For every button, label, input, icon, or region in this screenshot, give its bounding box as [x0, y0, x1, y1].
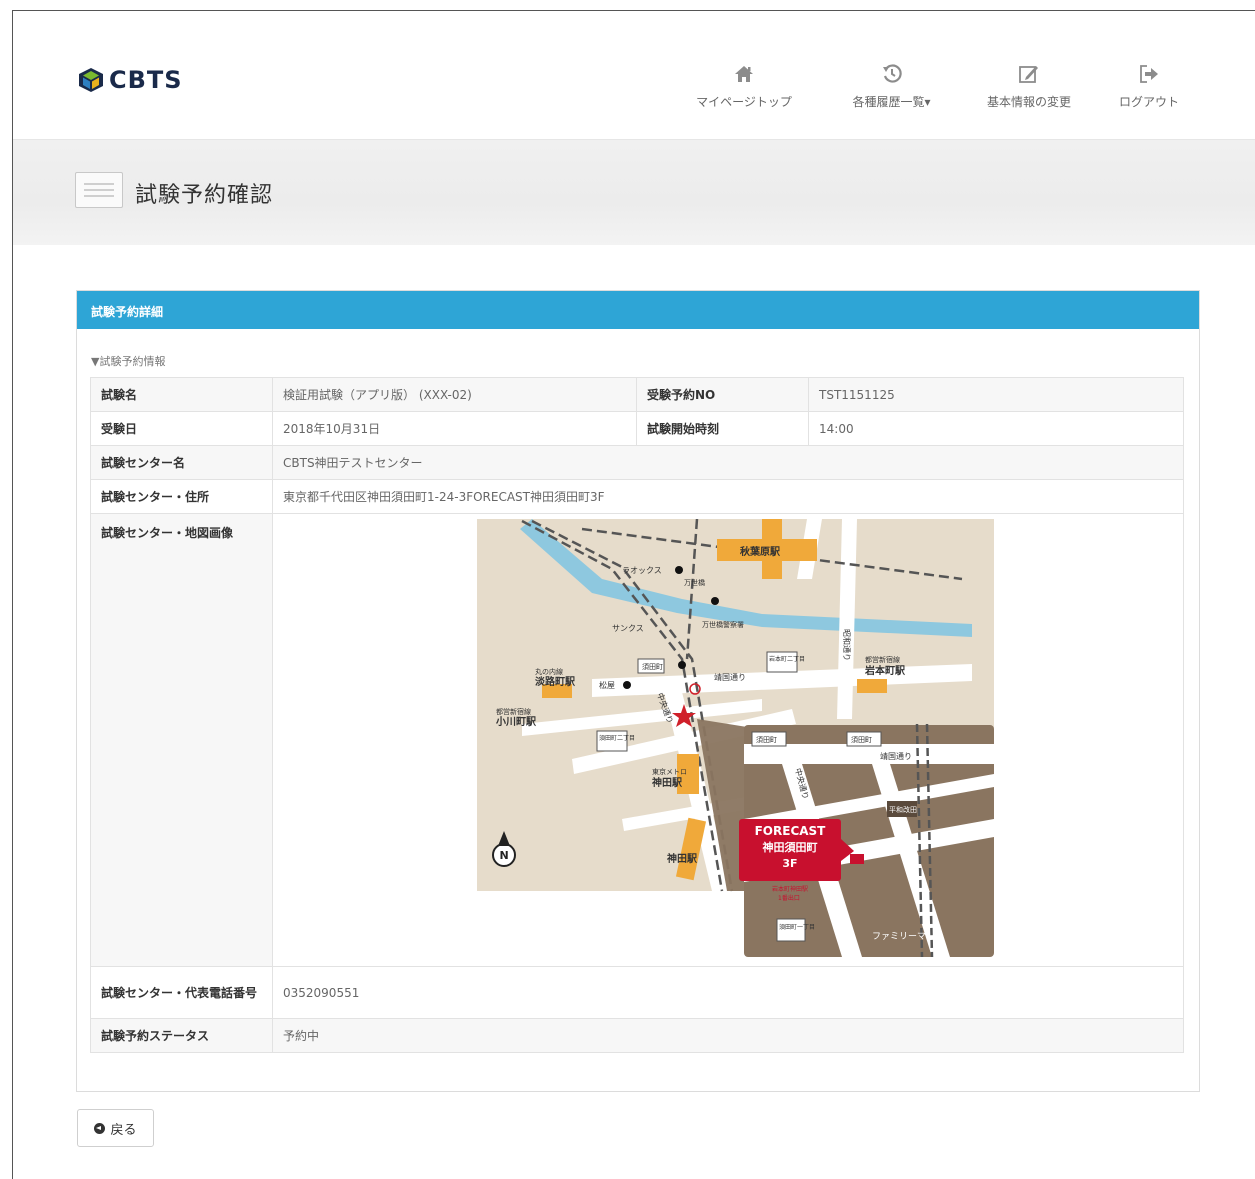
page-frame: CBTS マイページトップ 各種履歴一覧▾ 基本情報の変更 ログアウト 試験予約… — [12, 10, 1255, 1179]
map-inset-familymart: ファミリーマート — [872, 932, 944, 942]
map-inset-signal-3: 須田町一丁目 — [779, 923, 815, 931]
map-graphic: 秋葉原駅 丸の内線 淡路町駅 都営新宿線 小川町駅 都営新宿線 岩本町駅 東京メ… — [477, 518, 994, 958]
map-station-awajicho: 淡路町駅 — [535, 675, 576, 688]
map-inset-street-yasukuni: 靖国通り — [880, 751, 912, 761]
table-row: 試験センター名 CBTS神田テストセンター — [90, 445, 1184, 480]
map-station-akihabara: 秋葉原駅 — [740, 545, 781, 558]
center-map: 秋葉原駅 丸の内線 淡路町駅 都営新宿線 小川町駅 都営新宿線 岩本町駅 東京メ… — [462, 518, 994, 959]
status-label: 試験予約ステータス — [90, 1018, 273, 1053]
exam-name-value: 検証用試験（アプリ版） (XXX-02) — [272, 377, 637, 412]
nav-history-list[interactable]: 各種履歴一覧▾ — [839, 61, 944, 110]
map-line-shinjuku-2: 都営新宿線 — [865, 655, 900, 664]
logo[interactable]: CBTS — [77, 67, 183, 93]
map-signal-sudacho-1: 須田町 — [642, 662, 663, 671]
center-name-value: CBTS神田テストセンター — [272, 445, 1184, 480]
page-title: 試験予約確認 — [135, 183, 274, 208]
panel-heading: 試験予約詳細 — [77, 291, 1199, 329]
map-exit-number: 1番出口 — [778, 894, 800, 902]
map-inset-signal-1: 須田町 — [756, 735, 777, 744]
map-line-shinjuku: 都営新宿線 — [496, 707, 531, 716]
back-arrow-icon — [94, 1122, 106, 1134]
center-map-cell: 秋葉原駅 丸の内線 淡路町駅 都営新宿線 小川町駅 都営新宿線 岩本町駅 東京メ… — [272, 513, 1184, 967]
map-street-yasukuni: 靖国通り — [714, 672, 746, 682]
svg-text:N: N — [500, 849, 509, 862]
map-station-iwamotocho: 岩本町駅 — [864, 664, 906, 677]
exam-date-value: 2018年10月31日 — [272, 411, 637, 446]
start-time-label: 試験開始時刻 — [636, 411, 809, 446]
map-building-name: FORECAST — [755, 824, 827, 838]
map-inset-signal-heiwa: 平和改田 — [889, 805, 917, 814]
table-row: 試験予約ステータス 予約中 — [90, 1018, 1184, 1053]
home-icon — [733, 61, 755, 87]
logo-mark-icon — [79, 68, 103, 92]
back-button[interactable]: 戻る — [77, 1109, 154, 1147]
back-button-label: 戻る — [110, 1122, 137, 1138]
table-row: 試験名 検証用試験（アプリ版） (XXX-02) 受験予約NO TST11511… — [90, 377, 1184, 412]
start-time-value: 14:00 — [808, 411, 1184, 446]
map-signal-iwamoto: 岩本町二丁目 — [769, 655, 805, 663]
section-toggle[interactable]: ▼試験予約情報 — [91, 353, 165, 369]
nav-basic-info-change[interactable]: 基本情報の変更 — [964, 61, 1094, 110]
table-row: 受験日 2018年10月31日 試験開始時刻 14:00 — [90, 411, 1184, 446]
map-station-kanda-2: 神田駅 — [667, 852, 698, 865]
status-value: 予約中 — [272, 1018, 1184, 1053]
table-row: 試験センター・代表電話番号 0352090551 — [90, 966, 1184, 1019]
list-icon — [75, 172, 123, 208]
nav-logout-label: ログアウト — [1118, 95, 1179, 109]
map-signal-sudacho-2: 須田町二丁目 — [599, 734, 635, 742]
exam-date-label: 受験日 — [90, 411, 273, 446]
table-row: 試験センター・地図画像 秋葉原駅 丸の内線 淡路町駅 都営新宿線 小川町駅 都営… — [90, 513, 1184, 967]
map-street-showa: 昭和通り — [842, 629, 852, 661]
top-nav: マイページトップ 各種履歴一覧▾ 基本情報の変更 ログアウト — [669, 61, 1194, 110]
map-exit-station: 岩本町神田駅 — [772, 885, 808, 893]
map-landmark-laox: ラオックス — [622, 566, 662, 575]
map-line-marunouchi: 丸の内線 — [535, 667, 563, 676]
nav-basic-info-change-label: 基本情報の変更 — [986, 95, 1071, 109]
map-building-area: 神田須田町 — [763, 840, 818, 854]
map-landmark-matsuya: 松屋 — [599, 680, 615, 690]
history-icon — [881, 61, 903, 87]
map-landmark-bridge: 万世橋 — [684, 578, 705, 587]
map-inset-signal-2: 須田町 — [851, 735, 872, 744]
center-name-label: 試験センター名 — [90, 445, 273, 480]
map-building-floor: 3F — [782, 857, 797, 870]
table-row: 試験センター・住所 東京都千代田区神田須田町1-24-3FORECAST神田須田… — [90, 479, 1184, 514]
logo-text: CBTS — [109, 66, 183, 94]
map-station-kanda: 神田駅 — [652, 776, 683, 789]
center-phone-label: 試験センター・代表電話番号 — [90, 966, 273, 1019]
title-band: 試験予約確認 — [13, 139, 1255, 245]
map-line-metro: 東京メトロ — [652, 767, 687, 776]
center-address-value: 東京都千代田区神田須田町1-24-3FORECAST神田須田町3F — [272, 479, 1184, 514]
reservation-info-table: 試験名 検証用試験（アプリ版） (XXX-02) 受験予約NO TST11511… — [90, 377, 1184, 1053]
center-address-label: 試験センター・住所 — [90, 479, 273, 514]
reservation-no-label: 受験予約NO — [636, 377, 809, 412]
map-station-ogawamachi: 小川町駅 — [495, 715, 537, 728]
nav-logout[interactable]: ログアウト — [1104, 61, 1194, 110]
map-landmark-police: 万世橋警察署 — [702, 620, 744, 629]
map-landmark-sunkus: サンクス — [612, 624, 644, 633]
logout-icon — [1138, 61, 1160, 87]
reservation-no-value: TST1151125 — [808, 377, 1184, 412]
reservation-detail-panel: 試験予約詳細 ▼試験予約情報 試験名 検証用試験（アプリ版） (XXX-02) … — [76, 290, 1200, 1092]
nav-mypage-top-label: マイページトップ — [696, 95, 792, 109]
center-phone-value: 0352090551 — [272, 966, 1184, 1019]
nav-mypage-top[interactable]: マイページトップ — [669, 61, 819, 110]
nav-history-list-label: 各種履歴一覧▾ — [852, 95, 931, 109]
edit-icon — [1018, 61, 1040, 87]
header: CBTS マイページトップ 各種履歴一覧▾ 基本情報の変更 ログアウト — [13, 11, 1255, 139]
exam-name-label: 試験名 — [90, 377, 273, 412]
center-map-label: 試験センター・地図画像 — [90, 513, 273, 967]
